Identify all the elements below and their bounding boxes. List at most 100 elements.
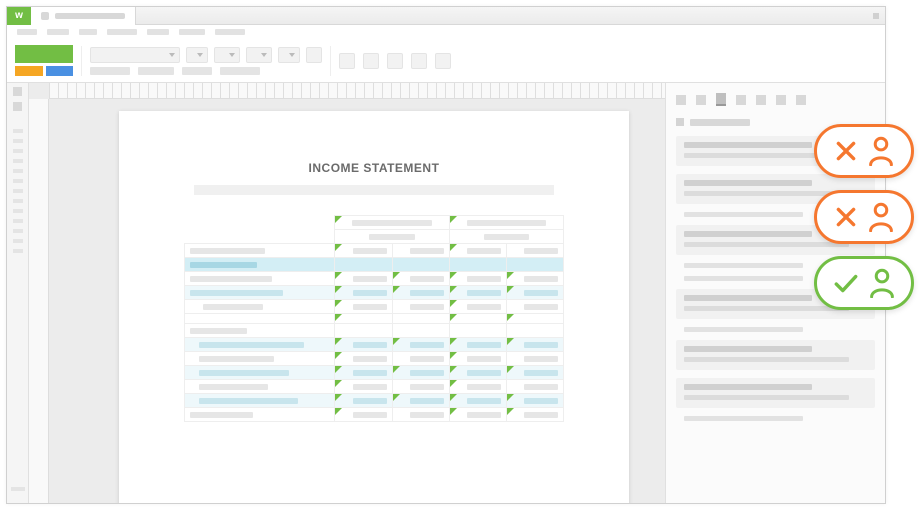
data-cell[interactable] [506, 352, 563, 366]
document-tab[interactable] [31, 7, 136, 25]
panel-tab[interactable] [696, 95, 706, 105]
panel-tab[interactable] [736, 95, 746, 105]
linked-cell[interactable] [335, 394, 392, 408]
linked-cell[interactable] [335, 352, 392, 366]
outline-item[interactable] [13, 199, 23, 203]
linked-cell[interactable] [506, 366, 563, 380]
app-logo[interactable]: w [7, 7, 31, 25]
reviewer-reject-badge[interactable] [814, 190, 914, 244]
panel-tab[interactable] [796, 95, 806, 105]
linked-cell[interactable] [449, 272, 506, 286]
data-cell[interactable] [392, 244, 449, 258]
list-subitem[interactable] [684, 416, 803, 421]
outline-item[interactable] [13, 249, 23, 253]
gutter-toggle-icon[interactable] [13, 102, 22, 111]
outline-item[interactable] [13, 189, 23, 193]
table-subheader-row [185, 230, 564, 244]
data-cell[interactable] [392, 300, 449, 314]
linked-cell[interactable] [449, 286, 506, 300]
panel-tab[interactable] [756, 95, 766, 105]
outline-item[interactable] [13, 239, 23, 243]
linked-cell[interactable] [449, 408, 506, 422]
linked-cell[interactable] [449, 352, 506, 366]
toolbar-dropdown[interactable] [214, 47, 240, 63]
linked-cell[interactable] [506, 338, 563, 352]
reviewer-approve-badge[interactable] [814, 256, 914, 310]
toolbar-button[interactable] [339, 53, 355, 69]
linked-cell[interactable] [392, 366, 449, 380]
linked-cell[interactable] [392, 394, 449, 408]
menu-item[interactable] [17, 29, 37, 35]
linked-cell[interactable] [335, 338, 392, 352]
data-cell[interactable] [392, 408, 449, 422]
linked-cell[interactable] [392, 286, 449, 300]
linked-cell[interactable] [506, 408, 563, 422]
menu-item[interactable] [147, 29, 169, 35]
list-item[interactable] [676, 340, 875, 370]
list-subitem[interactable] [684, 276, 803, 281]
toolbar-button[interactable] [411, 53, 427, 69]
window-minimize-icon[interactable] [873, 13, 879, 19]
linked-cell[interactable] [392, 338, 449, 352]
panel-tab[interactable] [676, 95, 686, 105]
menu-item[interactable] [47, 29, 69, 35]
toolbar-button[interactable] [435, 53, 451, 69]
data-cell[interactable] [506, 380, 563, 394]
outline-item[interactable] [13, 219, 23, 223]
linked-cell[interactable] [449, 300, 506, 314]
outline-item[interactable] [13, 209, 23, 213]
list-subitem[interactable] [684, 263, 803, 268]
toolbar-dropdown[interactable] [186, 47, 208, 63]
toolbar-button[interactable] [363, 53, 379, 69]
linked-cell[interactable] [335, 300, 392, 314]
outline-item[interactable] [13, 229, 23, 233]
linked-cell[interactable] [449, 338, 506, 352]
linked-cell[interactable] [335, 272, 392, 286]
outline-item[interactable] [13, 129, 23, 133]
linked-cell[interactable] [335, 244, 392, 258]
data-cell[interactable] [392, 380, 449, 394]
data-cell[interactable] [506, 244, 563, 258]
reviewer-reject-badge[interactable] [814, 124, 914, 178]
toolbar-button[interactable] [306, 47, 322, 63]
menu-item[interactable] [79, 29, 97, 35]
toolbar-dropdown[interactable] [246, 47, 272, 63]
panel-tab[interactable] [776, 95, 786, 105]
list-subitem[interactable] [684, 327, 803, 332]
toolbar-dropdown[interactable] [278, 47, 300, 63]
linked-cell[interactable] [335, 380, 392, 394]
outline-item[interactable] [13, 179, 23, 183]
period-header-cell[interactable] [449, 216, 563, 230]
linked-cell[interactable] [506, 394, 563, 408]
toolbar-label [182, 67, 212, 75]
outline-footer [11, 487, 25, 491]
outline-item[interactable] [13, 139, 23, 143]
linked-cell[interactable] [392, 272, 449, 286]
list-item[interactable] [676, 378, 875, 408]
menu-item[interactable] [179, 29, 205, 35]
outline-item[interactable] [13, 149, 23, 153]
period-header-cell[interactable] [335, 216, 449, 230]
outline-item[interactable] [13, 159, 23, 163]
linked-cell[interactable] [335, 408, 392, 422]
review-badges [814, 124, 914, 310]
linked-cell[interactable] [335, 366, 392, 380]
linked-cell[interactable] [335, 286, 392, 300]
linked-cell[interactable] [449, 366, 506, 380]
linked-cell[interactable] [506, 286, 563, 300]
menu-item[interactable] [107, 29, 137, 35]
linked-cell[interactable] [449, 394, 506, 408]
toolbar-button[interactable] [387, 53, 403, 69]
data-cell[interactable] [392, 352, 449, 366]
list-subitem[interactable] [684, 212, 803, 217]
data-cell[interactable] [506, 300, 563, 314]
outline-item[interactable] [13, 169, 23, 173]
menu-item[interactable] [215, 29, 245, 35]
gutter-toggle-icon[interactable] [13, 87, 22, 96]
x-icon [833, 204, 859, 230]
toolbar-style-dropdown[interactable] [90, 47, 180, 63]
linked-cell[interactable] [449, 380, 506, 394]
linked-cell[interactable] [506, 272, 563, 286]
linked-cell[interactable] [449, 244, 506, 258]
panel-tab-active[interactable] [716, 93, 726, 106]
